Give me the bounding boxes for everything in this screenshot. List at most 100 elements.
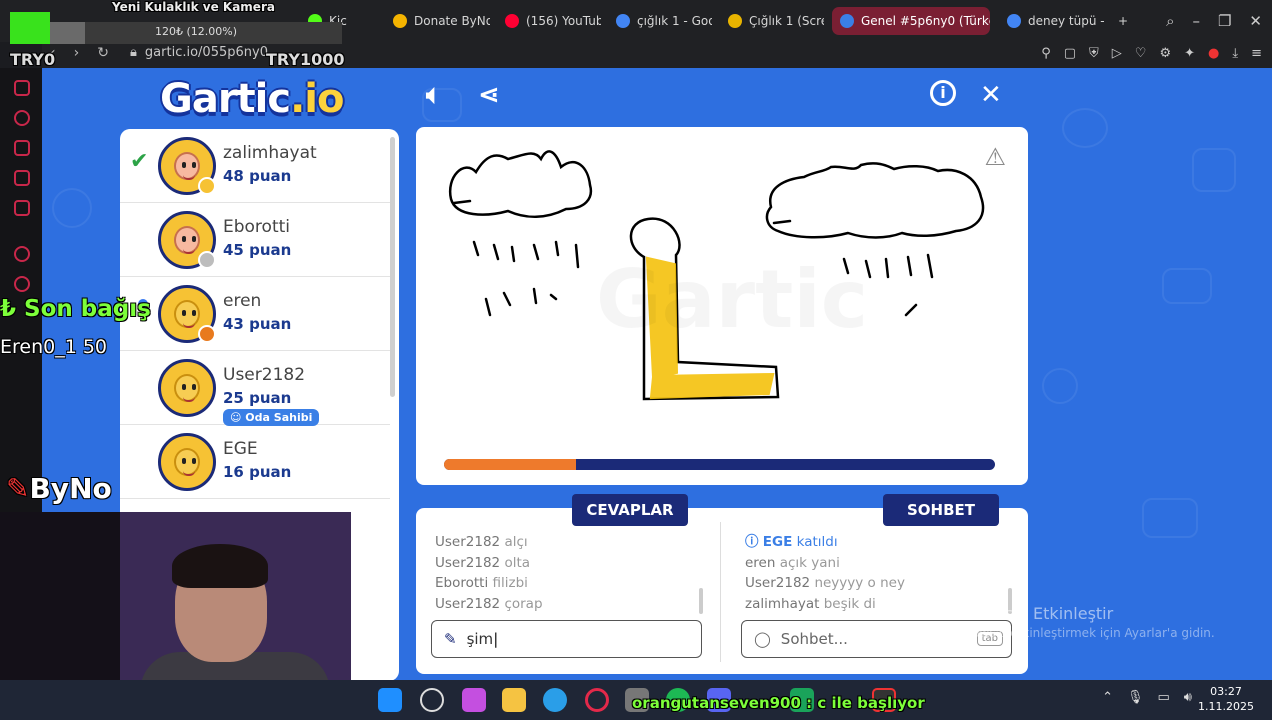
sound-icon[interactable]: 🔈︎ <box>426 80 442 111</box>
player-row[interactable]: ✔ zalimhayat 48 puan <box>120 129 390 203</box>
player-list-scrollbar[interactable] <box>390 137 395 397</box>
google-icon <box>1007 14 1021 28</box>
pencil-icon: ✎ <box>444 630 457 648</box>
browser-tab[interactable]: çığlık 1 - Goo <box>608 7 712 35</box>
canvas-watermark: Gartic <box>596 253 868 346</box>
streamer-hair <box>172 544 268 588</box>
chat-bubble-icon: ◯ <box>754 630 771 648</box>
activation-watermark-subtitle: Windows'u etkinleştirmek için Ayarlar'a … <box>942 626 1215 640</box>
screen-icon <box>728 14 742 28</box>
chevron-up-icon[interactable]: ⌃ <box>1102 690 1113 705</box>
chat-line: eren açık yani <box>745 554 840 571</box>
browser-tab[interactable]: Genel #5p6ny0 (Türkçe <box>832 7 990 35</box>
search-icon[interactable] <box>420 688 444 712</box>
player-score: 45 puan <box>223 241 292 259</box>
sidebar-player-icon[interactable] <box>14 246 30 262</box>
browser-tab[interactable]: deney tüpü - <box>999 7 1121 35</box>
start-icon[interactable] <box>378 688 402 712</box>
left-cloud-mark <box>452 199 472 205</box>
close-window-icon[interactable]: ✕ <box>1249 12 1262 30</box>
sidebar-no-icon[interactable] <box>14 170 30 186</box>
url-field[interactable]: 🔒︎ gartic.io/055p6ny0 <box>130 45 268 60</box>
info-icon: ⓘ <box>745 534 759 550</box>
copilot-icon[interactable] <box>462 688 486 712</box>
close-icon[interactable]: ✕ <box>980 80 1002 110</box>
nav-buttons: ‹ › ↻ <box>50 45 109 61</box>
browser-tab[interactable]: (156) YouTub <box>497 7 601 35</box>
player-row[interactable]: eren 43 puan <box>120 277 390 351</box>
vpn-icon[interactable]: ● <box>1208 46 1219 61</box>
player-name: User2182 <box>223 365 306 385</box>
chat-tab[interactable]: SOHBET <box>883 494 999 526</box>
network-icon[interactable]: ▭ <box>1158 690 1170 705</box>
donation-goal-fill <box>50 22 86 44</box>
youtube-icon <box>505 14 519 28</box>
status-dot <box>198 325 216 343</box>
gartic-logo: Gartic.io <box>160 76 344 122</box>
taskbar-clock[interactable]: 03:27 1.11.2025 <box>1198 684 1254 714</box>
player-score: 25 puan <box>223 389 292 407</box>
sidebar-mod-icon[interactable] <box>14 140 30 156</box>
restore-icon[interactable]: ❐ <box>1218 12 1231 30</box>
screenshot-icon[interactable]: ▢ <box>1064 46 1076 61</box>
info-icon[interactable]: i <box>930 80 956 106</box>
extension-icon[interactable]: ⚙ <box>1159 46 1171 61</box>
last-donation-label: ₺ Son bağış <box>0 296 151 322</box>
edge-icon[interactable] <box>543 688 567 712</box>
avatar <box>158 285 216 343</box>
explorer-icon[interactable] <box>502 688 526 712</box>
download-icon[interactable]: ⤓ <box>1232 46 1238 61</box>
answer-input-value: şim <box>466 630 494 648</box>
answers-tab[interactable]: CEVAPLAR <box>572 494 688 526</box>
browser-tab-label: Donate ByNo <box>414 14 490 28</box>
answers-scrollbar[interactable] <box>699 588 703 614</box>
panel-divider <box>720 522 721 662</box>
new-tab-button[interactable]: + <box>1110 7 1132 35</box>
player-row[interactable]: User2182 25 puan ☺ Oda Sahibi <box>120 351 390 426</box>
browser-tab-label: Genel #5p6ny0 (Türkçe <box>861 14 990 28</box>
donate-icon <box>393 14 407 28</box>
last-donation-value: Eren0_1 50 <box>0 336 108 358</box>
minimize-icon[interactable]: – <box>1192 12 1200 30</box>
answer-line: User2182 olta <box>435 554 531 571</box>
goal-min-label: TRY0 <box>10 50 56 69</box>
heart-icon[interactable]: ♡ <box>1135 46 1147 61</box>
answers-log: User2182 alçı User2182 olta Eborotti filiz… <box>435 532 703 614</box>
shield-icon[interactable]: ⛨ <box>1089 46 1099 61</box>
volume-icon[interactable]: 🔊︎ <box>1184 690 1192 705</box>
mic-icon[interactable]: 🎙︎ <box>1127 690 1144 705</box>
gartic-icon <box>840 14 854 28</box>
pin-icon[interactable]: ⚲ <box>1041 46 1051 61</box>
donation-goal-swatch <box>10 12 50 44</box>
reload-icon[interactable]: ↻ <box>97 45 109 61</box>
sidebar-game-icon[interactable] <box>14 80 30 96</box>
right-cloud-stroke <box>765 162 985 239</box>
avatar <box>158 359 216 417</box>
search-tabs-icon[interactable]: ⌕ <box>1166 12 1174 30</box>
chat-input-placeholder: Sohbet... <box>780 630 848 648</box>
player-score: 43 puan <box>223 315 292 333</box>
sidebar-history-icon[interactable] <box>14 276 30 292</box>
play-icon[interactable]: ▷ <box>1112 46 1122 61</box>
google-icon <box>616 14 630 28</box>
forward-icon[interactable]: › <box>74 45 80 61</box>
browser-tab[interactable]: Çığlık 1 (Scre <box>720 7 824 35</box>
window-controls: ⌕ – ❐ ✕ <box>1166 12 1262 30</box>
share-icon[interactable]: ⋖ <box>478 80 500 110</box>
browser-tab-label: (156) YouTub <box>526 14 601 28</box>
sidebar-m-icon[interactable] <box>14 200 30 216</box>
player-row[interactable]: Eborotti 45 puan <box>120 203 390 277</box>
opera-icon[interactable] <box>585 688 609 712</box>
menu-icon[interactable]: ≡ <box>1251 46 1262 61</box>
windows-taskbar: orangutanseven900 : c ile başlıyor ⌃ 🎙︎ … <box>0 680 1272 720</box>
sidebar-speed-icon[interactable] <box>14 110 30 126</box>
player-score: 48 puan <box>223 167 292 185</box>
browser-tab[interactable]: Donate ByNo <box>385 7 490 35</box>
round-timer <box>444 459 995 470</box>
report-warning-icon[interactable]: ⚠ <box>984 143 1006 171</box>
player-row[interactable]: EGE 16 puan <box>120 425 390 499</box>
answer-input[interactable]: ✎ şim | <box>431 620 702 658</box>
puzzle-icon[interactable]: ✦ <box>1184 46 1195 61</box>
donation-goal-title: Yeni Kulaklık ve Kamera <box>112 0 275 14</box>
browser-tab-label: çığlık 1 - Goo <box>637 14 712 28</box>
